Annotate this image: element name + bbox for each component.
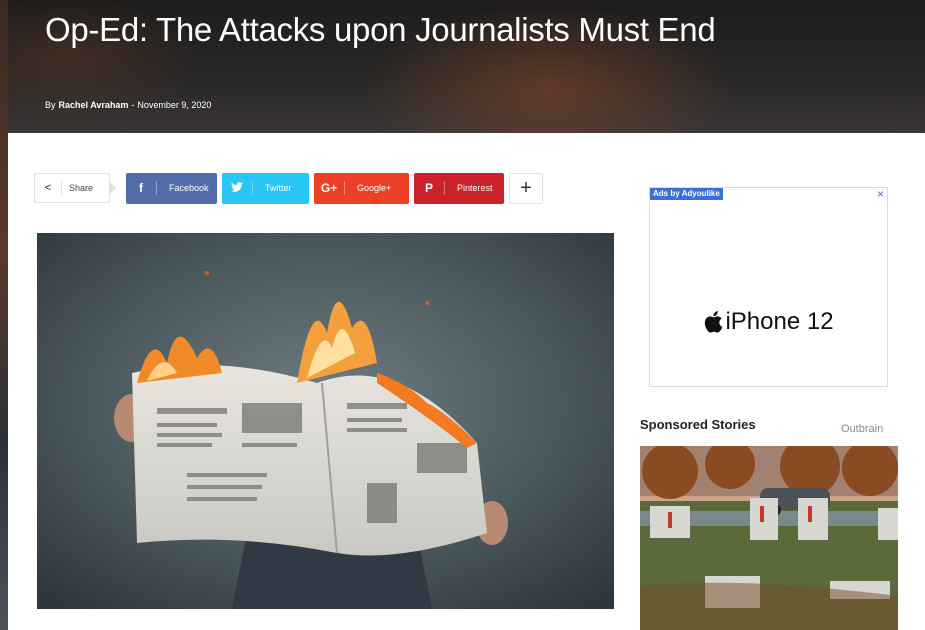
ad-close-icon[interactable]: ×	[877, 188, 884, 201]
twitter-icon	[222, 181, 253, 195]
ad-provider-label[interactable]: Ads by Adyoulike	[650, 188, 723, 200]
googleplus-share-button[interactable]: G+ Google+	[314, 172, 409, 204]
article-hero: Op-Ed: The Attacks upon Journalists Must…	[8, 0, 925, 133]
pinterest-icon: P	[414, 181, 445, 195]
googleplus-label: Google+	[357, 183, 392, 193]
twitter-share-button[interactable]: Twitter	[222, 172, 309, 204]
ad-product-name: iPhone 12	[725, 308, 834, 335]
article-title: Op-Ed: The Attacks upon Journalists Must…	[45, 11, 716, 48]
googleplus-icon: G+	[314, 181, 345, 195]
share-arrow-icon	[110, 182, 116, 194]
twitter-label: Twitter	[265, 183, 292, 193]
byline-prefix: By	[45, 100, 56, 110]
article-meta: By Rachel Avraham - November 9, 2020	[45, 100, 211, 110]
sponsored-stories-title: Sponsored Stories	[640, 417, 756, 432]
page-background	[0, 0, 8, 630]
sponsored-story-image[interactable]	[640, 446, 898, 630]
pinterest-label: Pinterest	[457, 183, 493, 193]
share-icon: <	[35, 181, 62, 195]
pinterest-share-button[interactable]: P Pinterest	[414, 172, 504, 204]
advertisement[interactable]: Ads by Adyoulike × iPhone 12	[649, 187, 888, 387]
share-text: Share	[69, 183, 94, 193]
outbrain-logo[interactable]: Outbrain	[841, 423, 883, 435]
author-link[interactable]: Rachel Avraham	[59, 100, 129, 110]
ad-product[interactable]: iPhone 12	[650, 308, 887, 336]
facebook-share-button[interactable]: f Facebook	[126, 172, 217, 204]
share-bar: < Share f Facebook Twitter G+ Google+ P …	[34, 172, 543, 204]
facebook-icon: f	[126, 181, 157, 195]
article-featured-image	[37, 233, 614, 609]
facebook-label: Facebook	[169, 183, 209, 193]
meta-separator: -	[131, 100, 135, 110]
publish-date: November 9, 2020	[137, 100, 212, 110]
more-share-button[interactable]: +	[509, 172, 543, 204]
apple-logo-icon	[705, 311, 723, 333]
share-label: < Share	[34, 173, 110, 203]
